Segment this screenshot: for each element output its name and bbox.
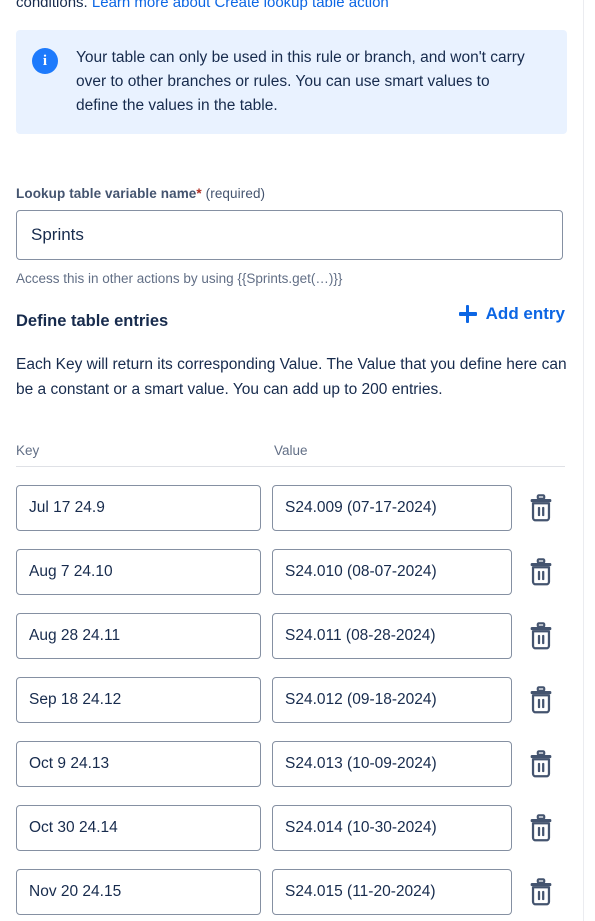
conditions-text: conditions. [16,0,92,11]
table-row [0,732,583,796]
table-row [0,476,583,540]
variable-name-helper: Access this in other actions by using {{… [16,271,343,286]
table-row [0,540,583,604]
conditions-description-clipped: conditions. Learn more about Create look… [16,0,567,14]
table-row [0,860,583,921]
entry-value-input[interactable] [272,613,512,659]
variable-name-label: Lookup table variable name* (required) [16,186,265,201]
column-header-value: Value [274,443,308,458]
variable-name-input[interactable] [16,210,563,260]
define-table-entries-heading: Define table entries [16,312,169,330]
entry-value-input[interactable] [272,741,512,787]
required-asterisk: * [196,186,202,201]
trash-icon [528,686,554,714]
add-entry-label: Add entry [485,304,565,323]
entry-rows [0,476,583,921]
add-entry-button[interactable]: Add entry [457,300,567,328]
trash-icon [528,622,554,650]
delete-entry-button[interactable] [524,619,558,653]
delete-entry-button[interactable] [524,555,558,589]
delete-entry-button[interactable] [524,747,558,781]
trash-icon [528,494,554,522]
entry-key-input[interactable] [16,805,261,851]
trash-icon [528,750,554,778]
info-icon: i [32,48,58,74]
delete-entry-button[interactable] [524,875,558,909]
entry-key-input[interactable] [16,869,261,915]
required-word: (required) [205,186,266,201]
trash-icon [528,558,554,586]
info-banner-text: Your table can only be used in this rule… [76,49,525,114]
entry-value-input[interactable] [272,485,512,531]
trash-icon [528,814,554,842]
column-header-key: Key [16,443,40,458]
info-banner: i Your table can only be used in this ru… [16,30,567,134]
header-divider [16,466,565,467]
table-row [0,796,583,860]
table-row [0,668,583,732]
entry-key-input[interactable] [16,741,261,787]
entry-value-input[interactable] [272,805,512,851]
variable-name-label-text: Lookup table variable name [16,186,197,201]
panel-divider [583,0,584,921]
entry-value-input[interactable] [272,549,512,595]
delete-entry-button[interactable] [524,683,558,717]
panel-content: conditions. Learn more about Create look… [0,0,583,921]
entry-value-input[interactable] [272,869,512,915]
trash-icon [528,878,554,906]
plus-icon [458,305,477,323]
entry-key-input[interactable] [16,485,261,531]
entry-key-input[interactable] [16,549,261,595]
entry-value-input[interactable] [272,677,512,723]
lookup-table-action-panel: conditions. Learn more about Create look… [0,0,595,921]
delete-entry-button[interactable] [524,491,558,525]
delete-entry-button[interactable] [524,811,558,845]
entry-key-input[interactable] [16,677,261,723]
learn-more-link[interactable]: Learn more about Create lookup table act… [92,0,389,11]
entries-description: Each Key will return its corresponding V… [16,356,567,398]
table-row [0,604,583,668]
entry-key-input[interactable] [16,613,261,659]
